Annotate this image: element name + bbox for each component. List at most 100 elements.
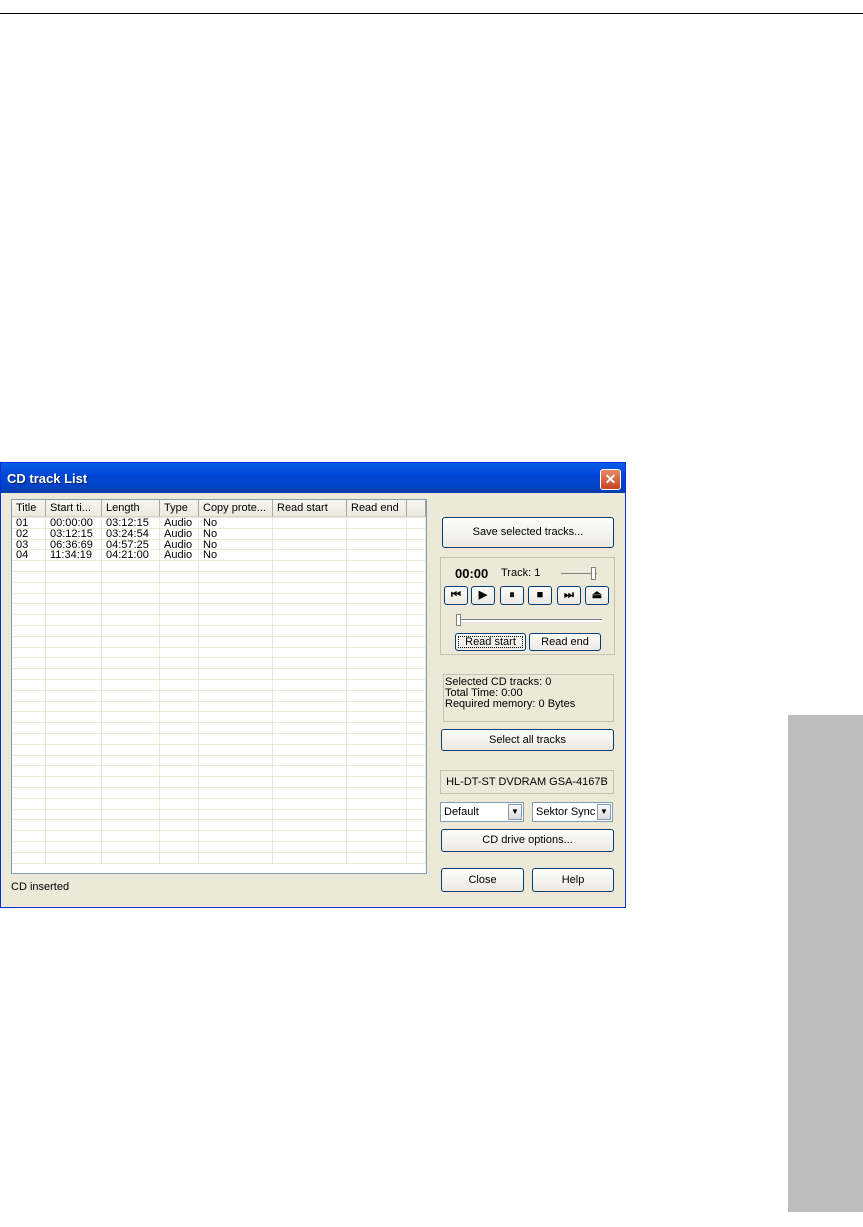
table-cell [46,852,102,864]
table-cell [12,755,46,767]
column-start-time[interactable]: Start ti... [46,500,102,517]
pause-button[interactable]: ⏸ [500,586,524,605]
table-cell [273,755,347,767]
table-row[interactable] [12,690,426,702]
table-row[interactable] [12,744,426,756]
table-cell: Audio [160,539,199,551]
table-row[interactable] [12,755,426,767]
save-selected-tracks-button[interactable]: Save selected tracks... [442,517,614,548]
next-track-button[interactable]: ⏭ [557,586,581,605]
table-cell [199,820,273,832]
table-row[interactable] [12,777,426,788]
table-cell [12,798,46,810]
table-cell [347,831,407,842]
volume-slider-handle[interactable] [591,567,596,580]
table-cell [46,679,102,691]
stop-button[interactable]: ■ [528,586,552,605]
table-cell [407,550,426,562]
table-row[interactable] [12,582,426,594]
table-row[interactable] [12,679,426,691]
table-row[interactable]: 02 03:12:15 03:24:54 Audio No [12,528,426,540]
table-row[interactable] [12,669,426,680]
table-row[interactable] [12,647,426,659]
cd-drive-options-button[interactable]: CD drive options... [441,829,614,852]
play-time: 00:00 [455,566,489,581]
read-mode-select[interactable]: Default ▼ [440,802,524,822]
table-row[interactable] [12,787,426,799]
table-cell [12,593,46,605]
table-cell [199,636,273,648]
table-cell [46,733,102,745]
table-row[interactable] [12,809,426,821]
chevron-down-icon[interactable]: ▼ [597,804,611,820]
table-cell [12,766,46,778]
table-row[interactable] [12,841,426,853]
table-cell [347,636,407,648]
table-cell [46,787,102,799]
table-row[interactable] [12,658,426,670]
table-cell: 03:12:15 [102,518,160,529]
table-cell [407,669,426,680]
table-row[interactable] [12,733,426,745]
play-button[interactable]: ▶ [471,586,495,605]
table-row[interactable] [12,604,426,616]
table-row[interactable] [12,820,426,832]
table-cell [12,636,46,648]
sync-mode-select[interactable]: Sektor Sync ▼ [532,802,613,822]
column-read-end[interactable]: Read end [347,500,407,517]
table-cell: Audio [160,528,199,540]
help-button[interactable]: Help [532,868,614,892]
status-text: CD inserted [11,881,70,893]
table-row[interactable] [12,636,426,648]
table-row[interactable] [12,798,426,810]
table-row[interactable] [12,766,426,778]
read-end-button[interactable]: Read end [529,633,601,651]
table-row[interactable]: 01 00:00:00 03:12:15 Audio No [12,518,426,529]
table-cell [160,852,199,864]
table-row[interactable] [12,615,426,626]
table-row[interactable] [12,701,426,713]
table-row[interactable] [12,561,426,572]
table-row[interactable]: 03 06:36:69 04:57:25 Audio No [12,539,426,551]
select-all-tracks-button[interactable]: Select all tracks [441,729,614,751]
eject-button[interactable]: ⏏ [585,586,609,605]
required-memory: Required memory: 0 Bytes [445,698,576,710]
table-cell [46,604,102,616]
table-cell [347,723,407,734]
table-row[interactable]: 04 11:34:19 04:21:00 Audio No [12,550,426,562]
table-cell [46,766,102,778]
table-cell: 03:12:15 [46,528,102,540]
column-title[interactable]: Title [12,500,46,517]
column-read-start[interactable]: Read start [273,500,347,517]
table-cell [199,571,273,583]
table-cell [273,669,347,680]
table-cell [347,777,407,788]
table-row[interactable] [12,571,426,583]
table-cell [102,820,160,832]
seek-slider-handle[interactable] [456,614,461,626]
table-row[interactable] [12,831,426,842]
table-row[interactable] [12,593,426,605]
table-cell [347,733,407,745]
table-cell [12,831,46,842]
table-cell [102,852,160,864]
track-list[interactable]: Title Start ti... Length Type Copy prote… [11,499,427,874]
table-row[interactable] [12,625,426,637]
table-row[interactable] [12,723,426,734]
table-cell [12,625,46,637]
table-cell: 11:34:19 [46,550,102,562]
table-cell [46,571,102,583]
table-row[interactable] [12,712,426,724]
table-cell [407,615,426,626]
chevron-down-icon[interactable]: ▼ [508,804,522,820]
column-copy-protection[interactable]: Copy prote... [199,500,273,517]
table-cell: 00:00:00 [46,518,102,529]
close-icon[interactable]: ✕ [600,469,621,490]
previous-track-button[interactable]: ⏮ [444,586,468,605]
read-start-button[interactable]: Read start [455,633,526,651]
close-button[interactable]: Close [441,868,524,892]
table-cell [46,831,102,842]
column-length[interactable]: Length [102,500,160,517]
column-type[interactable]: Type [160,500,199,517]
table-row[interactable] [12,852,426,864]
